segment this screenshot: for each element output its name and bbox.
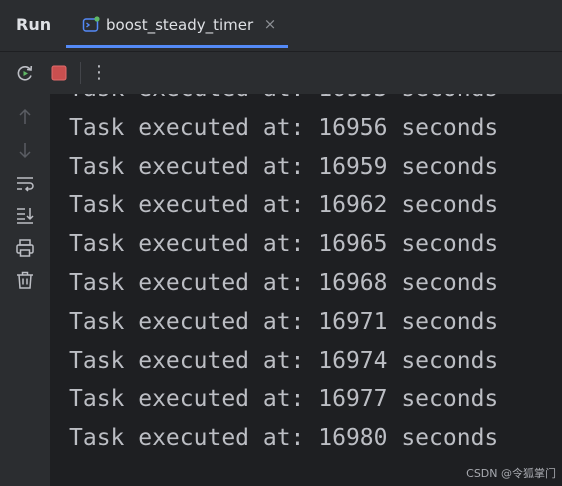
tab-boost-steady-timer[interactable]: boost_steady_timer × xyxy=(66,0,288,48)
scroll-to-end-icon[interactable] xyxy=(14,204,36,226)
console-line: Task executed at: 16953 seconds xyxy=(69,94,498,109)
down-arrow-icon[interactable] xyxy=(14,139,36,161)
console-line: Task executed at: 16977 seconds xyxy=(69,386,499,413)
more-options-icon[interactable]: ⋮ xyxy=(88,62,110,84)
console-side-toolbar xyxy=(0,94,50,486)
run-toolbar: ⋮ xyxy=(0,52,562,94)
console-output[interactable]: Task executed at: 16953 seconds Task exe… xyxy=(50,94,562,486)
console-line: Task executed at: 16956 seconds xyxy=(69,114,499,141)
tab-active-indicator xyxy=(66,45,288,48)
close-icon[interactable]: × xyxy=(262,16,278,32)
console-line: Task executed at: 16971 seconds xyxy=(69,308,499,335)
trash-icon[interactable] xyxy=(14,269,36,291)
console-line: Task executed at: 16965 seconds xyxy=(69,231,499,258)
console-lines: Task executed at: 16953 seconds Task exe… xyxy=(69,94,498,458)
console-line: Task executed at: 16974 seconds xyxy=(69,347,499,374)
console-app-icon xyxy=(82,16,100,34)
run-tool-window: Run boost_steady_timer × ⋮ Task executed… xyxy=(0,0,562,486)
run-panel-header: Run boost_steady_timer × xyxy=(0,0,562,52)
toolbar-separator xyxy=(80,62,81,84)
tab-label: boost_steady_timer xyxy=(106,16,254,34)
console-line: Task executed at: 16980 seconds xyxy=(69,425,499,452)
panel-title: Run xyxy=(16,15,52,34)
console-line: Task executed at: 16962 seconds xyxy=(69,192,499,219)
stop-icon[interactable] xyxy=(48,62,70,84)
up-arrow-icon[interactable] xyxy=(14,106,36,128)
soft-wrap-icon[interactable] xyxy=(14,173,36,195)
watermark: CSDN @令狐掌门 xyxy=(466,467,556,480)
console-line: Task executed at: 16968 seconds xyxy=(69,269,499,296)
console-line: Task executed at: 16959 seconds xyxy=(69,153,499,180)
print-icon[interactable] xyxy=(14,237,36,259)
rerun-icon[interactable] xyxy=(14,62,36,84)
